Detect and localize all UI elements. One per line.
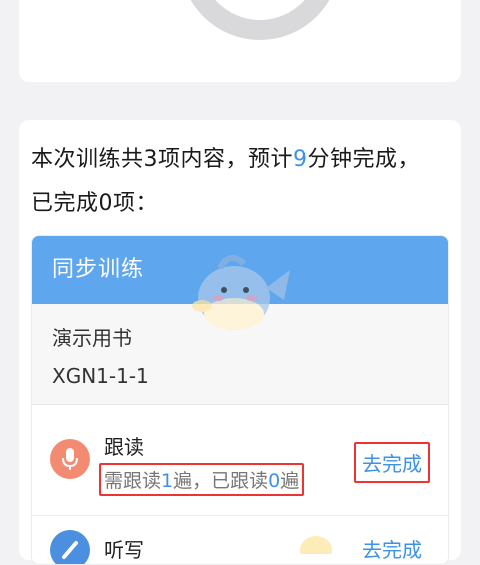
required-count: 1 <box>161 470 174 492</box>
requirement-mid: 遍，已跟读 <box>173 470 269 492</box>
progress-card <box>19 0 461 82</box>
requirement-prefix: 需跟读 <box>104 470 162 492</box>
training-card: 本次训练共3项内容，预计9分钟完成，已完成0项： 同步训练 演示用书 XGN1-… <box>19 120 461 565</box>
requirement-suffix: 遍 <box>280 470 300 492</box>
task-requirement: 需跟读1遍，已跟读0遍 <box>99 463 305 496</box>
microphone-icon <box>50 439 90 479</box>
task-row-dictation: 听写 去完成 <box>32 516 448 564</box>
pencil-icon <box>50 530 90 564</box>
book-name: 演示用书 <box>52 326 132 350</box>
task-title: 跟读 <box>104 435 144 459</box>
go-complete-button[interactable]: 去完成 <box>354 442 430 483</box>
mascot-watermark <box>192 255 290 330</box>
mascot-watermark-small <box>300 536 332 554</box>
progress-ring <box>180 0 340 40</box>
go-complete-button-dictation[interactable]: 去完成 <box>362 534 422 563</box>
done-count: 0 <box>268 470 281 492</box>
task-title-dictation: 听写 <box>104 538 144 562</box>
training-summary: 本次训练共3项内容，预计9分钟完成，已完成0项： <box>31 138 441 226</box>
task-row-read-aloud: 跟读 需跟读1遍，已跟读0遍 去完成 <box>32 405 448 516</box>
book-code: XGN1-1-1 <box>52 364 149 388</box>
summary-text-start: 本次训练共3项内容，预计 <box>31 147 293 172</box>
summary-minutes: 9 <box>293 147 308 172</box>
